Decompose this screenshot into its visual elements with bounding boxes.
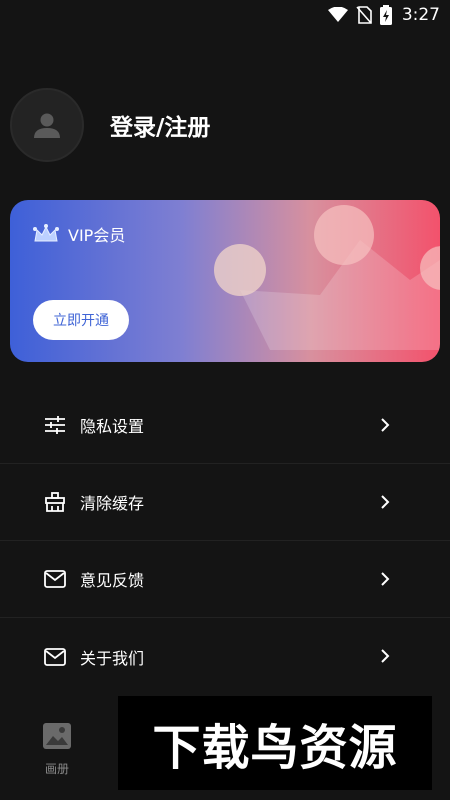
status-bar: 3:27 xyxy=(0,0,450,30)
menu-item-feedback[interactable]: 意见反馈 xyxy=(0,541,450,618)
nav-album-label: 画册 xyxy=(44,762,69,776)
watermark: 下载鸟资源 xyxy=(118,696,432,790)
chevron-right-icon xyxy=(381,649,390,663)
avatar[interactable] xyxy=(10,88,84,162)
menu-item-clear-cache[interactable]: 清除缓存 xyxy=(0,464,450,541)
chevron-right-icon xyxy=(381,418,390,432)
status-time: 3:27 xyxy=(401,5,440,25)
settings-menu: 隐私设置 清除缓存 意见反馈 关于我们 xyxy=(0,387,450,695)
crown-icon xyxy=(33,224,59,242)
wifi-icon xyxy=(327,7,348,22)
nav-album[interactable]: 画册 xyxy=(40,722,74,777)
chevron-right-icon xyxy=(381,572,390,586)
menu-item-privacy-settings[interactable]: 隐私设置 xyxy=(0,387,450,464)
menu-item-about-us[interactable]: 关于我们 xyxy=(0,618,450,695)
vip-title-row: VIP会员 xyxy=(32,222,125,246)
menu-item-label: 关于我们 xyxy=(80,648,145,668)
status-icons: 3:27 xyxy=(327,5,440,25)
battery-charging-icon xyxy=(379,5,392,25)
activate-vip-button[interactable]: 立即开通 xyxy=(33,300,129,340)
login-register-link[interactable]: 登录/注册 xyxy=(110,108,210,142)
menu-item-label: 意见反馈 xyxy=(80,571,145,590)
mail-icon xyxy=(43,567,67,591)
profile-section[interactable]: 登录/注册 xyxy=(10,86,210,164)
menu-item-label: 隐私设置 xyxy=(80,417,145,436)
user-icon xyxy=(34,113,60,138)
crown-decoration xyxy=(214,205,440,350)
image-icon xyxy=(43,723,71,749)
broom-icon xyxy=(43,490,67,514)
sliders-icon xyxy=(43,413,67,437)
menu-item-label: 清除缓存 xyxy=(80,494,145,513)
mail-icon xyxy=(43,645,67,669)
no-sim-icon xyxy=(356,6,372,24)
vip-card[interactable]: VIP会员 立即开通 xyxy=(10,200,440,362)
chevron-right-icon xyxy=(381,495,390,509)
vip-title: VIP会员 xyxy=(68,226,126,245)
